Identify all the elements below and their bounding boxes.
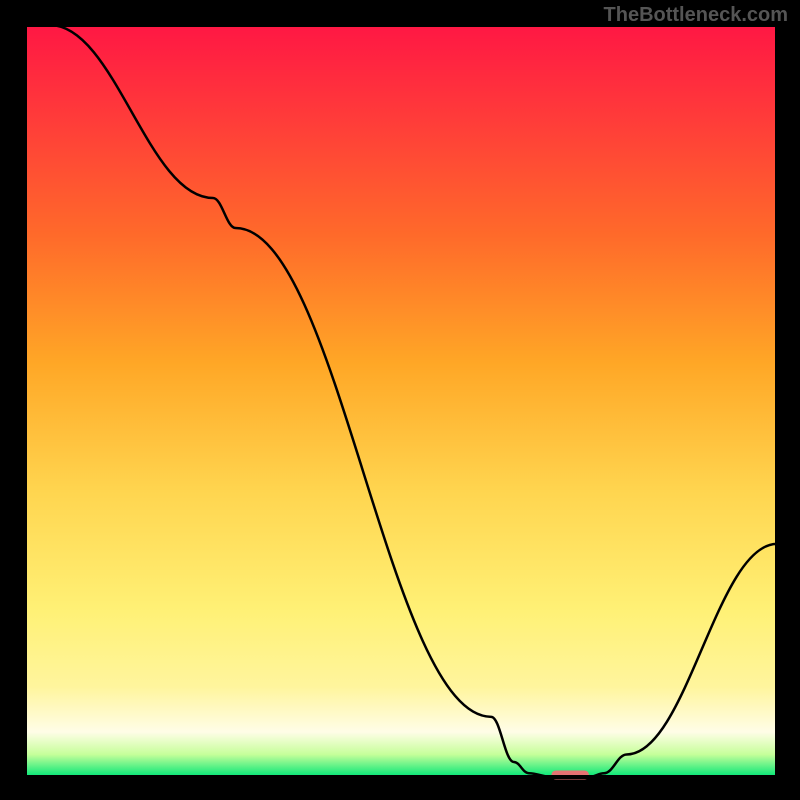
chart-container: TheBottleneck.com bbox=[0, 0, 800, 800]
watermark-text: TheBottleneck.com bbox=[604, 4, 788, 27]
plot-background bbox=[25, 25, 777, 777]
bottleneck-chart bbox=[0, 0, 800, 800]
